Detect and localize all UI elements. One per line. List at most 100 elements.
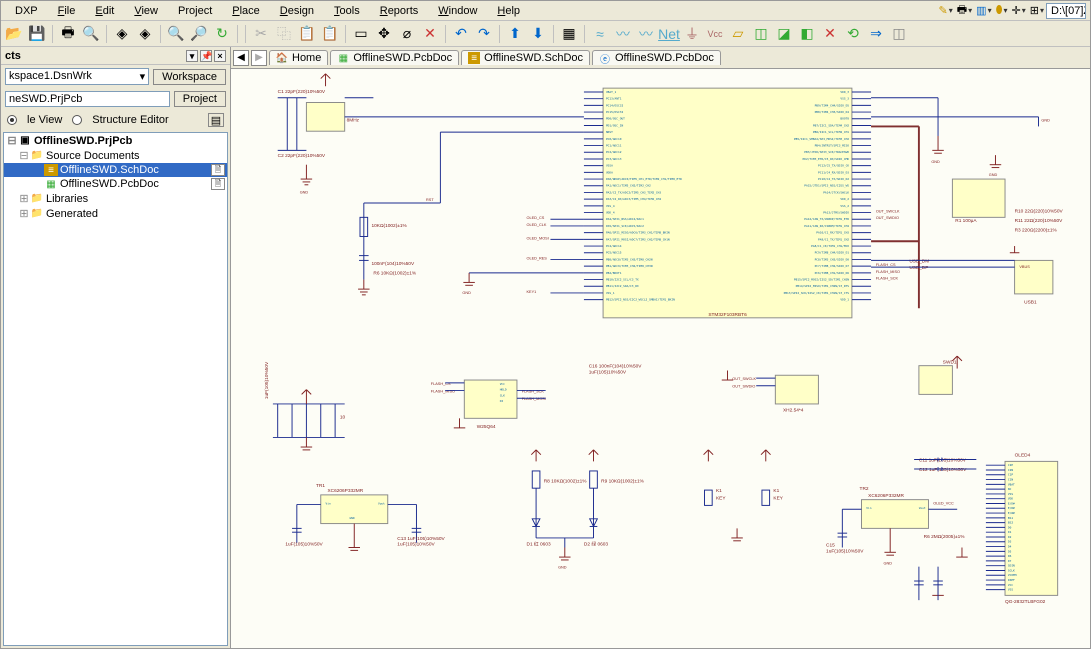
- tool-part[interactable]: ▦: [558, 23, 580, 45]
- panel-close-icon[interactable]: ×: [214, 50, 226, 62]
- tool-select[interactable]: ▭: [350, 23, 372, 45]
- tool-move[interactable]: ✥: [373, 23, 395, 45]
- project-tree[interactable]: ⊟▣OfflineSWD.PrjPcb ⊟📁Source Documents ≡…: [3, 132, 228, 646]
- tool-netlabel[interactable]: Net: [658, 23, 680, 45]
- tool-hier-dn[interactable]: ⬇: [527, 23, 549, 45]
- tool-open[interactable]: 📂: [3, 23, 25, 45]
- tree-root[interactable]: ⊟▣OfflineSWD.PrjPcb: [4, 133, 227, 148]
- tool-preview[interactable]: 🔍: [80, 23, 102, 45]
- tool-print[interactable]: 🖶▾: [955, 1, 974, 20]
- menu-file[interactable]: File: [48, 3, 86, 19]
- menu-tools[interactable]: Tools: [324, 3, 370, 19]
- tool-sheetent[interactable]: ◪: [773, 23, 795, 45]
- tree-gen[interactable]: ⊞📁Generated: [4, 206, 227, 221]
- tool-bus[interactable]: 〰: [612, 23, 634, 45]
- tool-redo[interactable]: ↷: [473, 23, 495, 45]
- menu-view[interactable]: View: [124, 3, 168, 19]
- menu-dxp[interactable]: DXP: [5, 3, 48, 19]
- panel-pin-icon[interactable]: ▾: [186, 50, 198, 62]
- svg-text:C16 100nF(104)10%50V: C16 100nF(104)10%50V: [589, 364, 643, 370]
- project-input[interactable]: neSWD.PrjPcb: [5, 91, 170, 107]
- tool-cut[interactable]: ✂: [250, 23, 272, 45]
- menu-place[interactable]: Place: [222, 3, 270, 19]
- svg-text:USB_DM: USB_DM: [909, 258, 929, 264]
- svg-text:BS2: BS2: [1008, 521, 1013, 525]
- svg-text:PD0/OSC_OUT: PD0/OSC_OUT: [606, 117, 625, 121]
- radio-file-view[interactable]: [7, 115, 17, 125]
- svg-text:XC6206P332MR: XC6206P332MR: [868, 493, 904, 499]
- svg-text:VDD_3: VDD_3: [840, 90, 849, 94]
- menu-help[interactable]: Help: [487, 3, 530, 19]
- tool-zoom1[interactable]: 🔍: [165, 23, 187, 45]
- tool-sheet[interactable]: ◫: [750, 23, 772, 45]
- tool-harness[interactable]: ◧: [796, 23, 818, 45]
- svg-text:R9 10KΩ(1002)±1%: R9 10KΩ(1002)±1%: [601, 478, 644, 484]
- address-box[interactable]: D:\[07]Z: [1046, 3, 1086, 19]
- tree-schdoc[interactable]: ≡OfflineSWD.SchDoc🗎: [4, 163, 227, 177]
- svg-text:C15: C15: [826, 543, 835, 549]
- svg-text:W25Q64: W25Q64: [477, 424, 496, 430]
- svg-text:XH2.54*4: XH2.54*4: [783, 408, 804, 414]
- svg-text:QG-2832TLBFG02: QG-2832TLBFG02: [1005, 599, 1046, 605]
- tree-pcbdoc[interactable]: ▦OfflineSWD.PcbDoc🗎: [4, 177, 227, 191]
- tool-busent[interactable]: 〰: [635, 23, 657, 45]
- svg-text:FLASH_MISO: FLASH_MISO: [431, 389, 455, 393]
- tab-pcb2[interactable]: ⓔOfflineSWD.PcbDoc: [592, 50, 721, 65]
- svg-text:D4: D4: [1008, 545, 1012, 549]
- tool-noerc[interactable]: ✕: [819, 23, 841, 45]
- menu-edit[interactable]: Edit: [85, 3, 124, 19]
- tool-gnd-icon[interactable]: ⏚: [681, 23, 703, 45]
- svg-text:SCLK: SCLK: [1008, 568, 1015, 572]
- tool-hier-up[interactable]: ⬆: [504, 23, 526, 45]
- tree-lib[interactable]: ⊞📁Libraries: [4, 191, 227, 206]
- schematic-canvas[interactable]: STM32F103RBT6 VBAT_1PC13/ANT1PC14/OSC32P…: [231, 69, 1090, 648]
- workspace-button[interactable]: Workspace: [153, 69, 226, 85]
- tool-zoom2[interactable]: 🔎: [188, 23, 210, 45]
- tool-deselect[interactable]: ⌀: [396, 23, 418, 45]
- tool-x2[interactable]: ⟲: [842, 23, 864, 45]
- tool-filter[interactable]: ⬮▾: [994, 4, 1010, 17]
- nav-back-icon[interactable]: ◀: [233, 50, 249, 66]
- tool-port[interactable]: ▱: [727, 23, 749, 45]
- menu-bar: DXP File Edit View Project Place Design …: [1, 1, 1090, 21]
- tool-copy[interactable]: ⿻: [273, 23, 295, 45]
- svg-text:R1 100μA: R1 100μA: [955, 218, 977, 224]
- panel-pin2-icon[interactable]: 📌: [200, 50, 212, 62]
- tool-snap[interactable]: ✛▾: [1010, 4, 1028, 17]
- tool-cross[interactable]: ✕: [419, 23, 441, 45]
- tool-paste2[interactable]: 📋: [319, 23, 341, 45]
- tool-text[interactable]: ◫: [888, 23, 910, 45]
- menu-reports[interactable]: Reports: [370, 3, 429, 19]
- tool-stack1[interactable]: ◈: [111, 23, 133, 45]
- tab-home[interactable]: 🏠Home: [269, 50, 328, 65]
- svg-text:VSS: VSS: [1008, 492, 1013, 496]
- tool-pencil[interactable]: ✎▾: [937, 4, 955, 17]
- tool-wire[interactable]: ≈: [589, 23, 611, 45]
- tool-refresh[interactable]: ↻: [211, 23, 233, 45]
- tool-grid[interactable]: ⊞▾: [1028, 4, 1046, 17]
- svg-text:10KΩ(1002)±1%: 10KΩ(1002)±1%: [371, 223, 407, 229]
- tool-undo[interactable]: ↶: [450, 23, 472, 45]
- tool-layer[interactable]: ▥▾: [974, 4, 993, 17]
- tree-src[interactable]: ⊟📁Source Documents: [4, 148, 227, 163]
- menu-design[interactable]: Design: [270, 3, 324, 19]
- tab-sch[interactable]: ≡OfflineSWD.SchDoc: [461, 50, 590, 65]
- svg-text:PA15/JTD1/SPI3_NSS/I2SS_WS: PA15/JTD1/SPI3_NSS/I2SS_WS: [804, 184, 849, 188]
- radio-structure[interactable]: [72, 115, 82, 125]
- tool-vcc-icon[interactable]: Vcc: [704, 23, 726, 45]
- nav-fwd-icon[interactable]: ▶: [251, 50, 267, 66]
- tool-print-btn[interactable]: 🖶: [57, 23, 79, 45]
- tool-save[interactable]: 💾: [26, 23, 48, 45]
- tool-paste[interactable]: 📋: [296, 23, 318, 45]
- tool-arr[interactable]: ⇒: [865, 23, 887, 45]
- tool-stack2[interactable]: ◈: [134, 23, 156, 45]
- menu-window[interactable]: Window: [428, 3, 487, 19]
- svg-text:VDDA: VDDA: [606, 170, 613, 174]
- menu-project[interactable]: Project: [168, 3, 222, 19]
- tree-opts-icon[interactable]: ▤: [208, 113, 224, 127]
- project-button[interactable]: Project: [174, 91, 226, 107]
- svg-text:GND: GND: [558, 566, 567, 570]
- svg-text:XC6206P332MR: XC6206P332MR: [327, 488, 363, 494]
- tab-pcb1[interactable]: ▦OfflineSWD.PcbDoc: [330, 50, 459, 65]
- workspace-combo[interactable]: kspace1.DsnWrk ▾: [5, 68, 149, 85]
